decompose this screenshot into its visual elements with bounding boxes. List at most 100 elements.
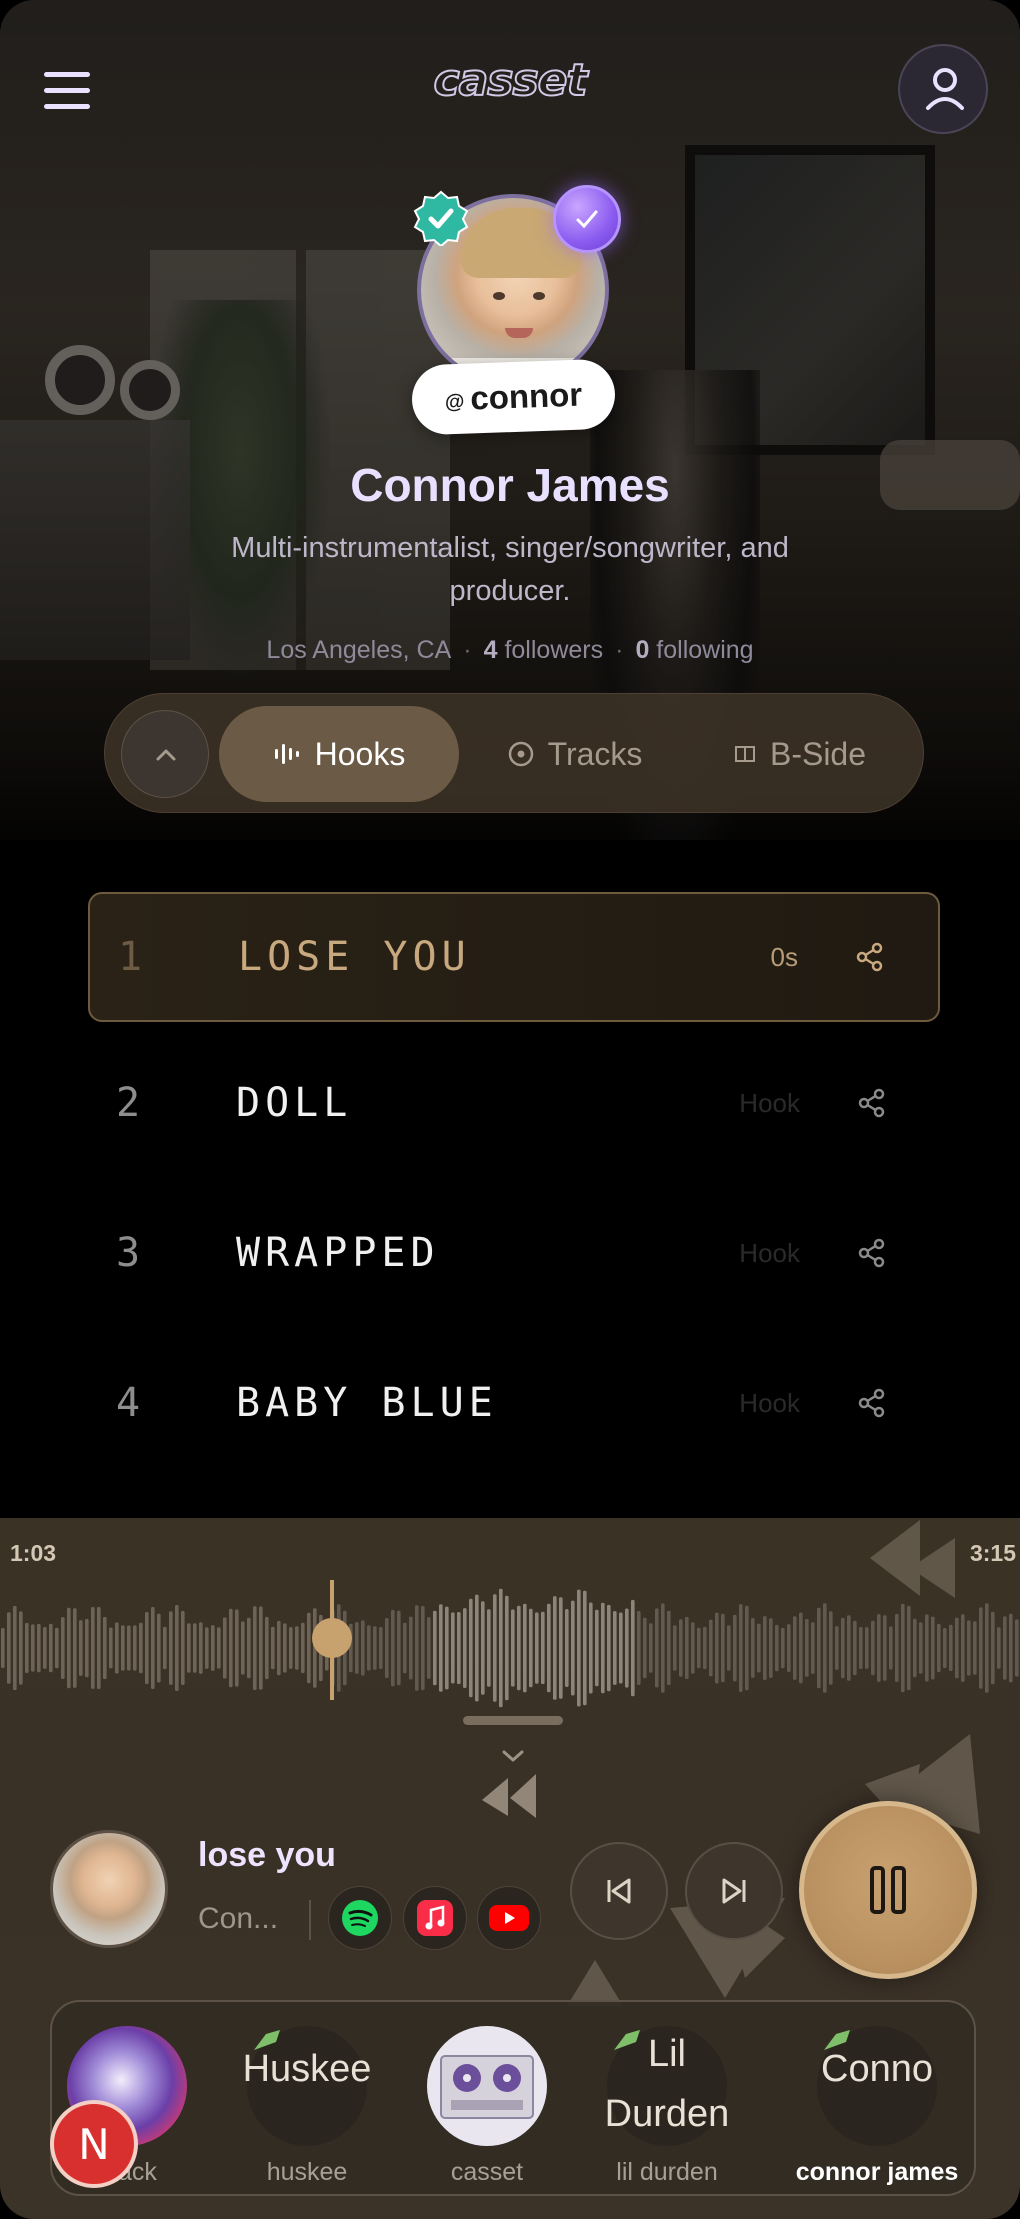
waveform-scrubber[interactable] [0, 1578, 1020, 1718]
waveform-bar [187, 1623, 191, 1673]
waveform-bar [199, 1622, 203, 1674]
track-hook-label: Hook [739, 1088, 800, 1118]
notification-badge[interactable]: N [50, 2100, 138, 2188]
waveform-bar [781, 1627, 785, 1669]
artist-item-huskee[interactable]: Huskee huskee [232, 2018, 382, 2194]
share-icon[interactable] [854, 1085, 890, 1121]
followers-label[interactable]: followers [504, 636, 603, 664]
account-button[interactable] [898, 44, 988, 134]
waveform-bar [685, 1616, 689, 1679]
following-count[interactable]: 0 [635, 636, 649, 664]
artist-image-alt: Huskee [242, 2048, 372, 2090]
waveform-bar [661, 1603, 665, 1693]
waveform-bar [259, 1606, 263, 1690]
apple-music-button[interactable] [403, 1886, 467, 1950]
waveform-bar [901, 1603, 905, 1693]
verified-badge-icon [413, 190, 469, 246]
spotify-button[interactable] [328, 1886, 392, 1950]
now-playing-artwork[interactable] [50, 1830, 168, 1948]
menu-button[interactable] [44, 72, 96, 112]
waveform-bar [739, 1604, 743, 1692]
tab-hooks[interactable]: Hooks [219, 706, 459, 802]
waveform-bar [745, 1605, 749, 1691]
waveform-bar [883, 1615, 887, 1681]
waveform-bar [13, 1605, 17, 1691]
artist-item-connor-james[interactable]: Conno connor james [792, 2018, 962, 2194]
pause-button[interactable] [799, 1801, 977, 1979]
waveform-bar [967, 1620, 971, 1676]
waveform-bar [757, 1623, 761, 1673]
share-icon[interactable] [854, 1235, 890, 1271]
share-icon[interactable] [854, 1385, 890, 1421]
share-icon[interactable] [852, 939, 888, 975]
track-row[interactable]: 1 LOSE YOU 0s [88, 892, 940, 1022]
pause-icon [870, 1866, 906, 1914]
artist-item-lil-durden[interactable]: Lil Durden lil durden [592, 2018, 742, 2194]
waveform-bar [415, 1605, 419, 1691]
tab-tracks[interactable]: Tracks [475, 706, 675, 802]
waveform-bar [565, 1609, 569, 1687]
waveform-bar [253, 1606, 257, 1690]
waveform-bar [517, 1605, 521, 1691]
waveform-bar [307, 1612, 311, 1684]
waveform-bar [175, 1605, 179, 1691]
waveform-bar [457, 1612, 461, 1685]
waveform-bar [613, 1611, 617, 1685]
waveform-bar [595, 1609, 599, 1687]
waveform-bar [631, 1599, 635, 1697]
waveform-bar [817, 1607, 821, 1689]
waveform-bar [391, 1609, 395, 1687]
next-button[interactable] [685, 1842, 783, 1940]
chevron-down-icon[interactable] [498, 1746, 528, 1766]
waveform-bar [79, 1620, 83, 1676]
hamburger-menu-icon [44, 72, 90, 77]
waveform-bar [679, 1619, 683, 1677]
waveform-bar [367, 1625, 371, 1671]
waveform-bar [463, 1608, 467, 1688]
app-logo[interactable]: casset [410, 54, 610, 115]
track-hook-label: Hook [739, 1238, 800, 1268]
waveform-bar [361, 1620, 365, 1676]
now-playing-artist[interactable]: Con... [198, 1902, 278, 1936]
track-row[interactable]: 4 BABY BLUE Hook [88, 1340, 940, 1470]
artist-switcher: mack Huskee huskee casset [50, 2000, 976, 2196]
now-playing-title[interactable]: lose you [198, 1836, 336, 1875]
track-row[interactable]: 3 WRAPPED Hook [88, 1190, 940, 1320]
collapse-button[interactable] [121, 710, 209, 798]
waveform-bar [25, 1622, 29, 1673]
following-label[interactable]: following [656, 636, 753, 664]
waveform-bar [619, 1612, 623, 1684]
waveform-bar [7, 1612, 11, 1684]
rewind-icon[interactable] [478, 1770, 540, 1820]
drag-handle[interactable] [463, 1716, 563, 1725]
waveform-bar [955, 1617, 959, 1679]
youtube-button[interactable] [477, 1886, 541, 1950]
tab-b-side[interactable]: B-Side [695, 706, 905, 802]
waveform-bar [121, 1625, 125, 1671]
waveform-bar [655, 1608, 659, 1688]
track-number: 2 [116, 1080, 141, 1126]
track-row[interactable]: 2 DOLL Hook [88, 1040, 940, 1170]
waveform-bar [397, 1610, 401, 1686]
waveform-bar [715, 1612, 719, 1684]
waveform-bar [871, 1620, 875, 1676]
waveform-bar [499, 1588, 503, 1708]
followers-count[interactable]: 4 [484, 636, 498, 664]
artist-bio: Multi-instrumentalist, singer/songwriter… [231, 532, 789, 607]
waveform-bar [775, 1624, 779, 1672]
waveform-bar [439, 1604, 443, 1692]
previous-button[interactable] [570, 1842, 668, 1940]
waveform-bar [379, 1627, 383, 1669]
waveform-bar [799, 1612, 803, 1684]
waveform-bar [673, 1625, 677, 1671]
waveform-bar [703, 1626, 707, 1670]
waveform-bar [289, 1627, 293, 1669]
handle-pill: @ connor [410, 358, 617, 436]
waveform-bar [61, 1617, 65, 1679]
waveform-bar [985, 1603, 989, 1693]
artist-item-casset[interactable]: casset [412, 2018, 562, 2194]
waveform-bar [859, 1627, 863, 1669]
waveform-bar [427, 1617, 431, 1679]
playhead-handle[interactable] [312, 1618, 352, 1658]
waveform-bar [877, 1614, 881, 1682]
